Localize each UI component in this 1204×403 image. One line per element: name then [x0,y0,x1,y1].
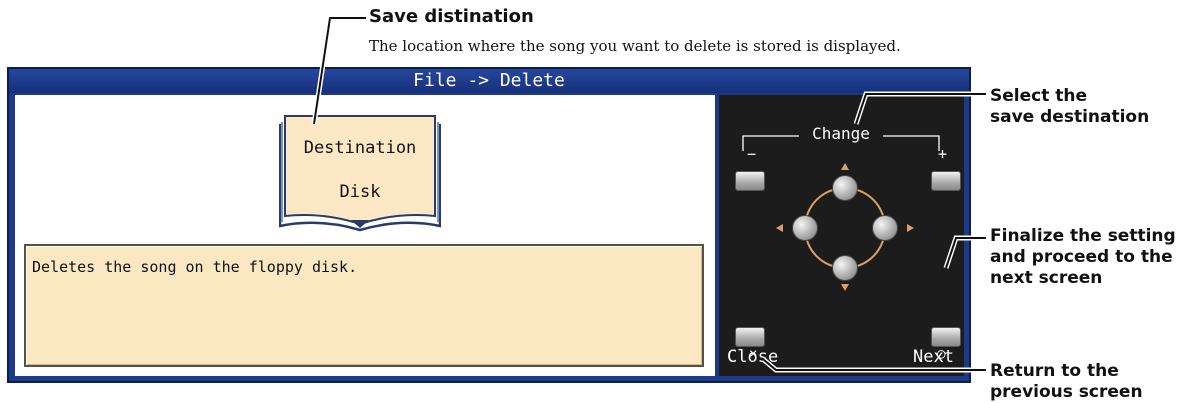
cursor-up-button[interactable] [832,175,858,201]
next-button[interactable] [931,327,961,347]
book-icon [278,115,442,232]
close-label: Close [727,347,779,367]
cursor-down-button[interactable] [832,255,858,281]
cursor-right-button[interactable] [872,215,898,241]
close-button[interactable] [735,327,765,347]
file-delete-screen: File -> Delete Destination Disk Deletes … [7,67,971,383]
plus-sign: + [938,145,948,163]
change-plus-button[interactable] [931,171,961,191]
description-box: Deletes the song on the floppy disk. [24,244,704,367]
control-panel: Change − + × ○ Close Next [719,95,964,376]
page-corner-icon [351,220,369,228]
content-panel: Destination Disk Deletes the song on the… [15,95,715,376]
save-destination-annotation-desc: The location where the song you want to … [369,37,901,55]
description-text: Deletes the song on the floppy disk. [32,258,358,276]
screen-title: File -> Delete [9,69,969,93]
arrow-left-icon [776,224,783,232]
save-destination-annotation-title: Save distination [369,6,534,27]
minus-sign: − [747,145,757,163]
return-annotation: Return to the previous screen [990,361,1143,402]
finalize-annotation: Finalize the setting and proceed to the … [990,226,1176,288]
cursor-left-button[interactable] [792,215,818,241]
next-label: Next [913,347,954,367]
arrow-right-icon [907,224,914,232]
arrow-down-icon [841,284,849,291]
destination-label: Destination [303,138,417,158]
destination-selector[interactable]: Destination Disk [278,114,442,234]
arrow-up-icon [841,163,849,170]
change-label: Change [812,124,870,143]
select-destination-annotation: Select the save destination [990,86,1150,127]
change-minus-button[interactable] [735,171,765,191]
destination-value: Disk [339,182,381,202]
